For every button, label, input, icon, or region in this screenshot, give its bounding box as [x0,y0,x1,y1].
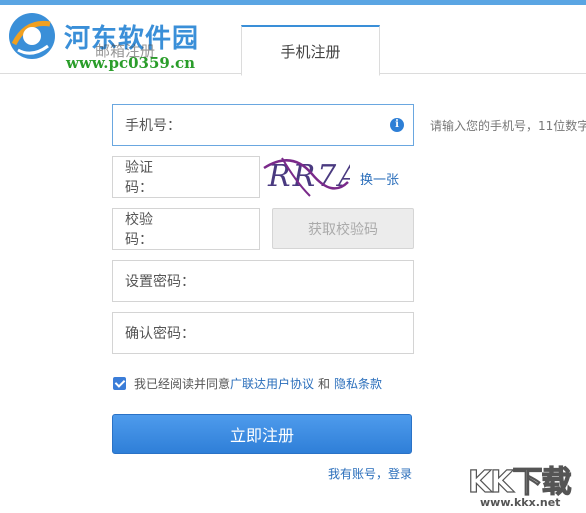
password-input[interactable] [195,272,413,290]
top-accent-bar [0,0,586,5]
and-text: 和 [318,377,331,391]
captcha-field[interactable]: 验证码： [112,156,338,198]
phone-input[interactable] [181,116,413,134]
privacy-link[interactable]: 隐私条款 [334,375,382,392]
confirm-password-label: 确认密码： [125,326,195,342]
verify-label: 校验码： [125,212,153,248]
verify-code-field[interactable]: 校验码： [112,208,338,250]
corner-url: www.kkx.net [480,496,561,509]
tab-phone-register[interactable]: 手机注册 [241,25,380,76]
tab-phone-label: 手机注册 [280,42,341,61]
agree-checkbox[interactable] [113,377,126,390]
corner-brand: KK下载 [467,464,572,500]
captcha-image[interactable]: RR7A [262,152,350,198]
password-label: 设置密码： [125,274,195,290]
corner-watermark: KK下载 www.kkx.net [466,455,586,513]
info-icon: i [390,118,404,132]
watermark-logo-icon [9,13,55,59]
register-button[interactable]: 立即注册 [112,414,412,454]
tab-email-label: 邮箱注册 [94,41,155,60]
password-field[interactable]: 设置密码： [112,260,414,302]
agreement-row: 我已经阅读并同意 广联达用户协议 和 隐私条款 [113,375,382,392]
login-link[interactable]: 我有账号，登录 [328,465,412,482]
agree-text: 我已经阅读并同意 [134,377,231,391]
refresh-captcha-link[interactable]: 换一张 [360,169,399,188]
confirm-password-input[interactable] [195,324,413,342]
phone-label: 手机号： [125,118,181,134]
get-code-button[interactable]: 获取校验码 [272,208,414,249]
phone-field[interactable]: 手机号： i [112,104,414,146]
agreement-link[interactable]: 广联达用户协议 [230,375,314,392]
captcha-label: 验证码： [125,160,153,196]
confirm-password-field[interactable]: 确认密码： [112,312,414,354]
tab-email-register[interactable]: 邮箱注册 [80,26,170,74]
phone-hint: 请输入您的手机号，11位数字 [430,119,586,133]
